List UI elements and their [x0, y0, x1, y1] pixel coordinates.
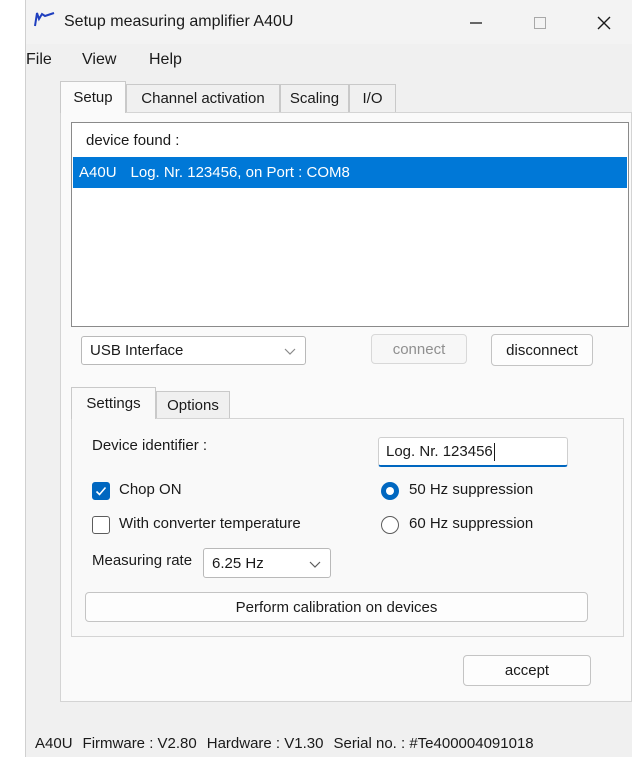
- window-title: Setup measuring amplifier A40U: [64, 13, 294, 30]
- tab-scaling[interactable]: Scaling: [280, 84, 349, 112]
- measuring-rate-label: Measuring rate: [92, 552, 193, 569]
- converter-temperature-checkbox[interactable]: [92, 516, 110, 534]
- chevron-down-icon: [283, 344, 297, 358]
- tab-io[interactable]: I/O: [349, 84, 396, 112]
- menu-bar: File View Help: [26, 48, 632, 74]
- status-firmware: Firmware : V2.80: [82, 735, 197, 752]
- title-bar[interactable]: Setup measuring amplifier A40U: [26, 0, 632, 44]
- device-list-header: device found :: [86, 132, 180, 149]
- chop-label: Chop ON: [119, 481, 182, 498]
- radio-50hz[interactable]: [381, 482, 399, 500]
- list-item[interactable]: A40U Log. Nr. 123456, on Port : COM8: [73, 157, 627, 188]
- device-name: A40U: [79, 164, 117, 181]
- suppression-50-label: 50 Hz suppression: [409, 481, 534, 498]
- menu-file[interactable]: File: [26, 51, 52, 69]
- measuring-rate-select[interactable]: 6.25 Hz: [203, 548, 331, 578]
- chop-checkbox[interactable]: [92, 482, 110, 500]
- measuring-rate-value: 6.25 Hz: [212, 554, 264, 572]
- interface-select[interactable]: USB Interface: [81, 336, 306, 365]
- radio-60hz[interactable]: [381, 516, 399, 534]
- device-list[interactable]: device found : A40U Log. Nr. 123456, on …: [71, 122, 629, 327]
- minimize-icon[interactable]: [454, 8, 498, 38]
- tab-setup[interactable]: Setup: [60, 81, 126, 113]
- converter-temperature-label: With converter temperature: [119, 515, 301, 532]
- tab-channel-activation[interactable]: Channel activation: [126, 84, 280, 112]
- tab-options[interactable]: Options: [156, 391, 230, 419]
- status-serial: Serial no. : #Te400004091018: [333, 735, 534, 752]
- interface-select-value: USB Interface: [90, 342, 184, 359]
- menu-view[interactable]: View: [82, 51, 116, 69]
- device-info: Log. Nr. 123456, on Port : COM8: [130, 164, 350, 181]
- maximize-icon[interactable]: [518, 8, 562, 38]
- app-icon: [33, 10, 55, 28]
- perform-calibration-button[interactable]: Perform calibration on devices: [85, 592, 588, 622]
- device-identifier-label: Device identifier :: [92, 437, 208, 454]
- status-device: A40U: [35, 735, 73, 752]
- device-identifier-value: Log. Nr. 123456: [386, 443, 493, 460]
- close-icon[interactable]: [582, 8, 626, 38]
- connect-button[interactable]: connect: [371, 334, 467, 364]
- tab-settings[interactable]: Settings: [71, 387, 156, 419]
- device-identifier-field[interactable]: Log. Nr. 123456: [378, 437, 568, 467]
- status-bar: A40U Firmware : V2.80 Hardware : V1.30 Seri…: [35, 735, 544, 752]
- checkmark-icon: [95, 486, 107, 496]
- main-window: Setup measuring amplifier A40U File View…: [25, 0, 632, 757]
- chevron-down-icon: [308, 557, 322, 571]
- suppression-60-label: 60 Hz suppression: [409, 515, 534, 532]
- status-hardware: Hardware : V1.30: [206, 735, 324, 752]
- accept-button[interactable]: accept: [463, 655, 591, 686]
- menu-help[interactable]: Help: [149, 51, 182, 69]
- disconnect-button[interactable]: disconnect: [491, 334, 593, 366]
